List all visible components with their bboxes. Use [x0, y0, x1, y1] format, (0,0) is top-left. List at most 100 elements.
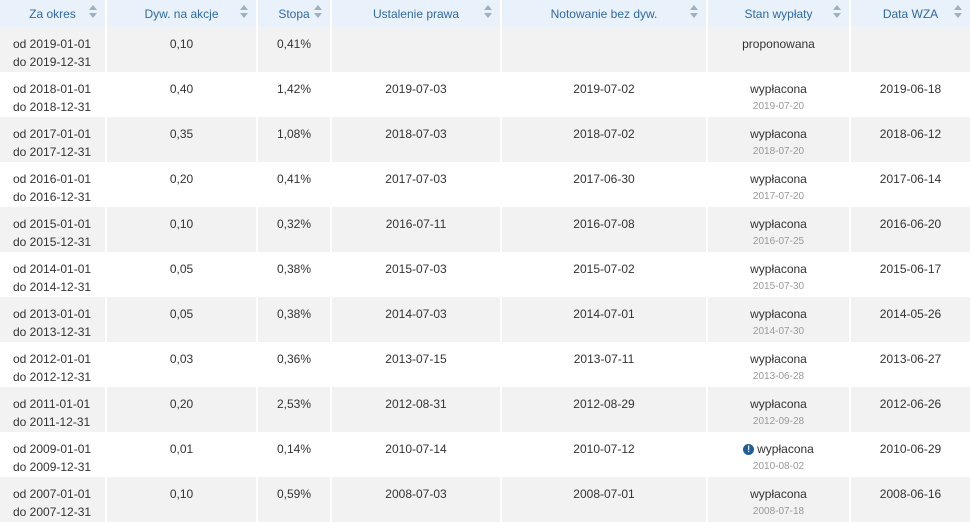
cell-dividend: 0,10 — [106, 27, 258, 72]
period-from: od 2019-01-01 — [13, 37, 92, 51]
agm-date: 2018-06-12 — [879, 127, 942, 141]
dividend-rate: 0,32% — [277, 217, 312, 231]
table-body: od 2019-01-01 do 2019-12-31 0,10 0,41% propo… — [0, 27, 970, 522]
sort-arrows-icon[interactable] — [240, 4, 249, 20]
cell-agm-date: 2013-06-27 — [850, 342, 970, 387]
cell-record-date: 2018-07-03 — [331, 117, 502, 162]
column-header-label: Dyw. na akcje — [144, 6, 219, 21]
record-date: 2019-07-03 — [385, 82, 447, 96]
dividend-rate: 1,08% — [277, 127, 312, 141]
column-header-label: Ustalenie prawa — [372, 6, 460, 21]
table-row: od 2017-01-01 do 2017-12-31 0,35 1,08% 2018-… — [0, 117, 970, 162]
period-to: do 2018-12-31 — [13, 100, 92, 114]
sort-arrows-icon[interactable] — [89, 4, 98, 20]
table-row: od 2013-01-01 do 2013-12-31 0,05 0,38% 2014-… — [0, 297, 970, 342]
record-date: 2012-08-31 — [385, 397, 447, 411]
payment-status: wypłacona — [757, 442, 814, 456]
column-header-period[interactable]: Za okres — [0, 0, 107, 27]
cell-dividend: 0,03 — [106, 342, 258, 387]
record-date: 2017-07-03 — [385, 172, 447, 186]
period-to: do 2015-12-31 — [13, 235, 92, 249]
column-header-dividend[interactable]: Dyw. na akcje — [106, 0, 258, 27]
ex-dividend-date: 2010-07-12 — [573, 442, 635, 456]
cell-period: od 2012-01-01 do 2012-12-31 — [0, 342, 107, 387]
dividend-rate: 0,38% — [277, 307, 312, 321]
table-row: od 2012-01-01 do 2012-12-31 0,03 0,36% 2013-… — [0, 342, 970, 387]
cell-agm-date: 2014-05-26 — [850, 297, 970, 342]
column-header-payment-status[interactable]: Stan wypłaty — [707, 0, 851, 27]
payment-date: 2019-07-20 — [752, 101, 805, 112]
column-header-rate[interactable]: Stopa — [257, 0, 332, 27]
period-to: do 2011-12-31 — [13, 415, 91, 429]
sort-arrows-icon[interactable] — [314, 4, 323, 20]
dividend-value: 0,35 — [169, 127, 194, 141]
ex-dividend-date: 2013-07-11 — [573, 352, 635, 366]
cell-payment-status: wypłacona 2015-07-30 — [707, 252, 851, 297]
cell-rate: 0,38% — [257, 297, 332, 342]
column-header-ex-date[interactable]: Notowanie bez dyw. — [501, 0, 708, 27]
cell-payment-status: wypłacona 2016-07-25 — [707, 207, 851, 252]
payment-status: wypłacona — [750, 352, 807, 366]
cell-payment-status: wypłacona 2018-07-20 — [707, 117, 851, 162]
cell-period: od 2009-01-01 do 2009-12-31 — [0, 432, 107, 477]
column-header-agm-date[interactable]: Data WZA — [850, 0, 970, 27]
cell-agm-date: 2012-06-26 — [850, 387, 970, 432]
column-header-label: Stan wypłaty — [744, 6, 813, 21]
agm-date: 2013-06-27 — [879, 352, 942, 366]
period-from: od 2014-01-01 — [13, 262, 92, 276]
cell-agm-date: 2008-06-16 — [850, 477, 970, 522]
cell-period: od 2018-01-01 do 2018-12-31 — [0, 72, 107, 117]
ex-dividend-date: 2019-07-02 — [573, 82, 635, 96]
ex-dividend-date: 2016-07-08 — [573, 217, 635, 231]
cell-dividend: 0,35 — [106, 117, 258, 162]
cell-agm-date — [850, 27, 970, 72]
period-to: do 2009-12-31 — [13, 460, 92, 474]
cell-dividend: 0,05 — [106, 297, 258, 342]
column-header-label: Data WZA — [882, 6, 939, 21]
period-to: do 2016-12-31 — [13, 190, 92, 204]
ex-dividend-date: 2014-07-01 — [573, 307, 635, 321]
period-from: od 2013-01-01 — [13, 307, 92, 321]
period-to: do 2014-12-31 — [13, 280, 92, 294]
cell-ex-date: 2017-06-30 — [501, 162, 708, 207]
dividend-rate: 1,42% — [277, 82, 312, 96]
period-to: do 2013-12-31 — [13, 325, 92, 339]
cell-ex-date: 2012-08-29 — [501, 387, 708, 432]
payment-status: wypłacona — [750, 397, 807, 411]
column-header-label: Za okres — [29, 6, 76, 21]
cell-rate: 0,32% — [257, 207, 332, 252]
dividend-value: 0,10 — [169, 487, 194, 501]
cell-record-date: 2017-07-03 — [331, 162, 502, 207]
cell-payment-status: wypłacona 2012-09-28 — [707, 387, 851, 432]
sort-arrows-icon[interactable] — [833, 4, 842, 20]
payment-status: wypłacona — [750, 172, 807, 186]
table-row: od 2014-01-01 do 2014-12-31 0,05 0,38% 2015-… — [0, 252, 970, 297]
period-to: do 2012-12-31 — [13, 370, 92, 384]
payment-date: 2016-07-25 — [752, 236, 805, 247]
cell-record-date — [331, 27, 502, 72]
payment-date: 2014-07-30 — [752, 326, 805, 337]
cell-payment-status: proponowana — [707, 27, 851, 72]
agm-date: 2010-06-29 — [879, 442, 942, 456]
record-date: 2015-07-03 — [385, 262, 447, 276]
payment-date: 2008-07-18 — [752, 506, 805, 517]
cell-rate: 0,41% — [257, 162, 332, 207]
sort-arrows-icon[interactable] — [954, 4, 963, 20]
table-row: od 2011-01-01 do 2011-12-31 0,20 2,53% 2012-… — [0, 387, 970, 432]
sort-arrows-icon[interactable] — [690, 4, 699, 20]
column-header-record-date[interactable]: Ustalenie prawa — [331, 0, 502, 27]
payment-date: 2010-08-02 — [752, 461, 805, 472]
payment-date: 2017-07-20 — [752, 191, 805, 202]
payment-status: wypłacona — [750, 217, 807, 231]
table-row: od 2015-01-01 do 2015-12-31 0,10 0,32% 2016-… — [0, 207, 970, 252]
dividend-rate: 0,41% — [277, 37, 312, 51]
record-date: 2016-07-11 — [385, 217, 447, 231]
period-to: do 2017-12-31 — [13, 145, 92, 159]
dividend-value: 0,20 — [169, 172, 194, 186]
table-row: od 2018-01-01 do 2018-12-31 0,40 1,42% 2019-… — [0, 72, 970, 117]
payment-status: wypłacona — [750, 82, 807, 96]
exclamation-circle-icon[interactable]: ! — [743, 444, 755, 455]
cell-ex-date: 2008-07-01 — [501, 477, 708, 522]
sort-arrows-icon[interactable] — [484, 4, 493, 20]
period-to: do 2007-12-31 — [13, 505, 92, 519]
